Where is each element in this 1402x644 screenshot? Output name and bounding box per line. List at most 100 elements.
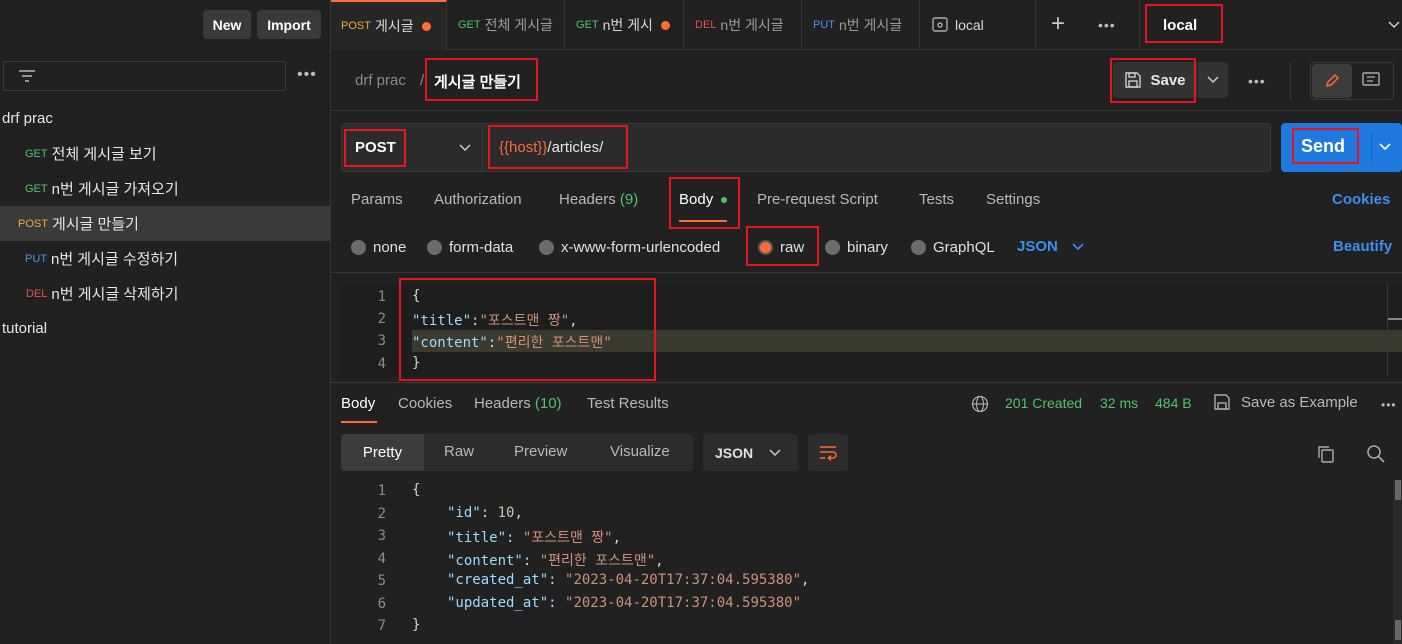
- tab-authorization[interactable]: Authorization: [434, 191, 522, 208]
- radio-label: x-www-form-urlencoded: [561, 239, 721, 256]
- request-title[interactable]: 게시글 만들기: [434, 71, 521, 92]
- response-tab-body[interactable]: Body: [341, 395, 375, 412]
- tab-post-create[interactable]: POST 게시글: [331, 0, 447, 50]
- code-line: }: [412, 355, 421, 371]
- sidebar-item-post[interactable]: POST 게시글 만들기: [0, 206, 330, 241]
- code-line: "content": "편리한 포스트맨",: [447, 553, 664, 569]
- scrollbar-thumb[interactable]: [1395, 620, 1401, 640]
- tab-body[interactable]: Body: [679, 191, 728, 208]
- copy-icon[interactable]: [1316, 444, 1336, 464]
- response-tab-cookies[interactable]: Cookies: [398, 395, 452, 412]
- sidebar-item-get-all[interactable]: GET 전체 게시글 보기: [0, 136, 330, 171]
- filter-icon[interactable]: [18, 68, 36, 84]
- body-format-select[interactable]: JSON: [1017, 238, 1084, 255]
- edit-toggle-button[interactable]: [1312, 64, 1352, 98]
- view-visualize-button[interactable]: Visualize: [610, 443, 670, 460]
- response-tab-test-results[interactable]: Test Results: [587, 395, 669, 412]
- tab-headers[interactable]: Headers (9): [559, 191, 638, 208]
- response-time[interactable]: 32 ms: [1100, 395, 1138, 411]
- radio-binary[interactable]: binary: [825, 239, 888, 256]
- tab-tests[interactable]: Tests: [919, 191, 954, 208]
- save-as-example-button[interactable]: Save as Example: [1213, 393, 1358, 411]
- line-number: 4: [377, 356, 386, 372]
- sidebar-search-input[interactable]: [3, 61, 286, 91]
- tab-get-all[interactable]: GET 전체 게시글: [448, 0, 565, 50]
- response-more-icon[interactable]: •••: [1381, 398, 1397, 412]
- save-dropdown-button[interactable]: [1198, 62, 1228, 98]
- radio-label: binary: [847, 239, 888, 256]
- wrap-lines-button[interactable]: [808, 434, 848, 471]
- method-badge: GET: [576, 19, 599, 31]
- collection-tutorial[interactable]: tutorial: [0, 311, 330, 346]
- radio-graphql[interactable]: GraphQL: [911, 239, 995, 256]
- sidebar-item-get-one[interactable]: GET n번 게시글 가져오기: [0, 171, 330, 206]
- sidebar-more-icon[interactable]: •••: [297, 66, 317, 84]
- chevron-down-icon[interactable]: [1388, 20, 1400, 30]
- tab-put[interactable]: PUT n번 게시글: [803, 0, 920, 50]
- url-input[interactable]: {{host}}/articles/: [483, 123, 1271, 172]
- scrollbar-thumb[interactable]: [1395, 480, 1401, 500]
- send-button[interactable]: Send: [1281, 123, 1402, 172]
- method-badge: GET: [25, 147, 48, 160]
- radio-label: raw: [780, 239, 805, 256]
- globe-icon[interactable]: [971, 395, 989, 413]
- tab-label: Headers: [474, 395, 531, 412]
- view-preview-button[interactable]: Preview: [514, 443, 567, 460]
- tabs-more-icon[interactable]: •••: [1098, 17, 1116, 33]
- radio-form-data[interactable]: form-data: [427, 239, 513, 256]
- sidebar-item-put[interactable]: PUT n번 게시글 수정하기: [0, 241, 330, 276]
- tab-settings[interactable]: Settings: [986, 191, 1040, 208]
- response-status[interactable]: 201 Created: [1005, 395, 1082, 411]
- tab-get-one[interactable]: GET n번 게시: [566, 0, 684, 50]
- format-label: JSON: [715, 444, 754, 461]
- view-raw-button[interactable]: Raw: [444, 443, 474, 460]
- request-more-icon[interactable]: •••: [1248, 73, 1266, 89]
- chevron-down-icon: [459, 144, 471, 152]
- radio-none[interactable]: none: [351, 239, 406, 256]
- save-label: Save: [1150, 71, 1186, 89]
- environment-select[interactable]: local: [1163, 17, 1197, 34]
- environment-icon: [932, 17, 948, 32]
- code-line: {: [412, 482, 421, 498]
- import-button[interactable]: Import: [257, 10, 321, 39]
- radio-label: none: [373, 239, 407, 256]
- method-badge: POST: [341, 20, 371, 32]
- breadcrumb-parent[interactable]: drf prac: [355, 72, 406, 89]
- radio-urlencoded[interactable]: x-www-form-urlencoded: [539, 239, 720, 256]
- chevron-down-icon[interactable]: [1379, 142, 1391, 152]
- response-size[interactable]: 484 B: [1155, 395, 1192, 411]
- response-tab-headers[interactable]: Headers (10): [474, 395, 562, 412]
- tab-del[interactable]: DEL n번 게시글: [685, 0, 802, 50]
- view-pretty-button[interactable]: Pretty: [341, 434, 424, 471]
- method-badge: GET: [25, 182, 48, 195]
- add-tab-icon[interactable]: +: [1051, 12, 1065, 36]
- collection-drf-prac[interactable]: drf prac: [0, 101, 330, 136]
- sidebar-item-del[interactable]: DEL n번 게시글 삭제하기: [0, 276, 330, 311]
- code-line: }: [412, 617, 421, 633]
- tab-prerequest-script[interactable]: Pre-request Script: [757, 191, 878, 208]
- beautify-link[interactable]: Beautify: [1333, 238, 1392, 255]
- cookies-link[interactable]: Cookies: [1332, 191, 1390, 208]
- radio-raw[interactable]: raw: [758, 239, 804, 256]
- response-format-select[interactable]: JSON: [703, 434, 798, 471]
- radio-circle: [825, 240, 840, 255]
- method-badge: PUT: [813, 19, 835, 31]
- collection-name: drf prac: [2, 110, 53, 127]
- sidebar-item-label: 전체 게시글 보기: [51, 146, 157, 163]
- method-badge: POST: [18, 217, 48, 230]
- tab-params[interactable]: Params: [351, 191, 403, 208]
- new-button[interactable]: New: [203, 10, 251, 39]
- url-variable[interactable]: {{host}}: [499, 139, 547, 156]
- method-badge: DEL: [26, 287, 48, 300]
- tab-label: n번 게시: [602, 17, 653, 33]
- radio-circle: [427, 240, 442, 255]
- tab-environment[interactable]: local: [921, 0, 1036, 50]
- comments-toggle-button[interactable]: [1362, 71, 1380, 92]
- unsaved-dot-icon: [421, 21, 431, 31]
- save-button[interactable]: Save: [1113, 62, 1197, 98]
- method-badge: DEL: [695, 19, 717, 31]
- method-select[interactable]: POST: [341, 123, 483, 172]
- search-icon[interactable]: [1366, 444, 1386, 464]
- divider: [1371, 133, 1372, 162]
- chevron-down-icon: [1072, 242, 1084, 250]
